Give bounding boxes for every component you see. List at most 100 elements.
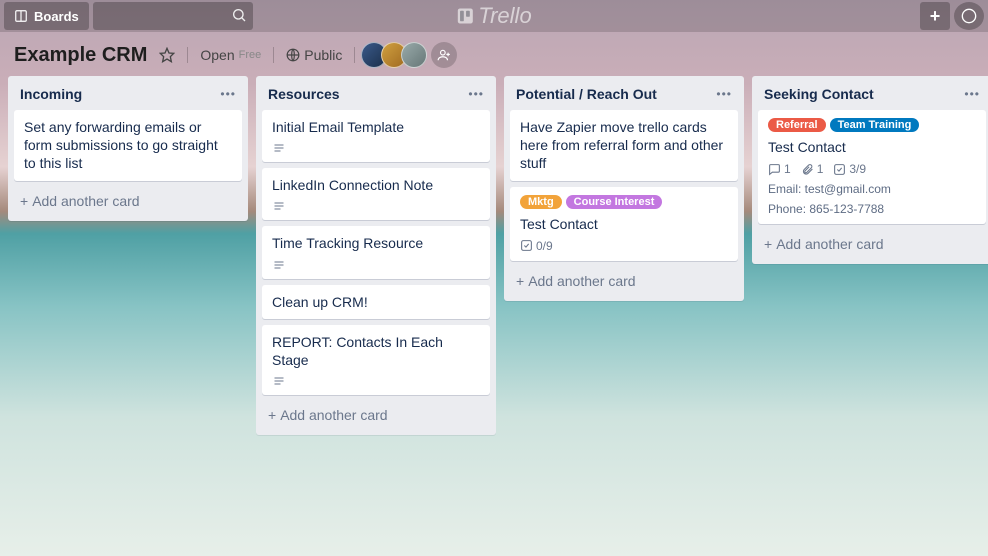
avatar[interactable] bbox=[401, 42, 427, 68]
search-field[interactable] bbox=[93, 2, 253, 30]
boards-label: Boards bbox=[34, 9, 79, 24]
card-title: Initial Email Template bbox=[272, 118, 480, 136]
boards-icon bbox=[14, 9, 28, 23]
board-title: Example CRM bbox=[14, 44, 147, 67]
card[interactable]: ReferralTeam TrainingTest Contact113/9Em… bbox=[758, 110, 986, 224]
list: Incoming ••• Set any forwarding emails or … bbox=[8, 76, 248, 221]
separator bbox=[354, 47, 355, 63]
description-badge bbox=[272, 259, 286, 271]
logo-text: Trello bbox=[478, 3, 531, 29]
description-icon bbox=[272, 142, 286, 154]
label: Course Interest bbox=[566, 195, 663, 209]
add-card-button[interactable]: +Add another card bbox=[262, 401, 490, 429]
team-visibility[interactable]: Open Free bbox=[200, 47, 261, 63]
card-labels: Referral Team Training bbox=[768, 118, 976, 132]
description-icon bbox=[272, 200, 286, 212]
search-icon bbox=[231, 7, 247, 23]
plus-icon: + bbox=[764, 236, 772, 252]
list-title[interactable]: Seeking Contact bbox=[764, 86, 874, 102]
card-labels: Mktg Course Interest bbox=[520, 195, 728, 209]
separator bbox=[187, 47, 188, 63]
list: Potential / Reach Out ••• Have Zapier move… bbox=[504, 76, 744, 301]
card[interactable]: LinkedIn Connection Note bbox=[262, 168, 490, 220]
card[interactable]: Initial Email Template bbox=[262, 110, 490, 162]
card-badges bbox=[272, 259, 480, 271]
plus-icon: + bbox=[20, 193, 28, 209]
comment-icon bbox=[768, 163, 781, 176]
separator bbox=[273, 47, 274, 63]
visibility-label: Public bbox=[304, 47, 342, 63]
card-title: REPORT: Contacts In Each Stage bbox=[272, 333, 480, 369]
card-title: Clean up CRM! bbox=[272, 293, 480, 311]
star-icon bbox=[159, 47, 175, 63]
card-title: Have Zapier move trello cards here from … bbox=[520, 118, 728, 173]
card-extra-line: Phone: 865-123-7788 bbox=[768, 202, 976, 216]
card-badges bbox=[272, 200, 480, 212]
search-input[interactable] bbox=[93, 2, 253, 30]
list-menu-button[interactable]: ••• bbox=[964, 87, 980, 101]
list-title[interactable]: Incoming bbox=[20, 86, 82, 102]
attachment-icon bbox=[801, 163, 814, 176]
list: Resources ••• Initial Email Template Linked… bbox=[256, 76, 496, 435]
card-title: LinkedIn Connection Note bbox=[272, 176, 480, 194]
description-badge bbox=[272, 200, 286, 212]
list-header: Incoming ••• bbox=[14, 82, 242, 104]
label: Team Training bbox=[830, 118, 920, 132]
add-card-label: Add another card bbox=[32, 193, 139, 209]
open-chip: Free bbox=[239, 49, 262, 61]
list-menu-button[interactable]: ••• bbox=[716, 87, 732, 101]
list-header: Seeking Contact ••• bbox=[758, 82, 986, 104]
checklist-icon bbox=[520, 239, 533, 252]
description-badge bbox=[272, 375, 286, 387]
card[interactable]: Mktg Course Interest Test Contact 0/9 bbox=[510, 187, 738, 261]
visibility-button[interactable]: Public bbox=[286, 47, 342, 63]
logo: Trello bbox=[456, 0, 531, 32]
card-badges: 113/9 bbox=[768, 162, 976, 176]
add-card-label: Add another card bbox=[776, 236, 883, 252]
add-member-icon bbox=[437, 48, 451, 62]
info-icon bbox=[961, 8, 977, 24]
plus-icon: + bbox=[516, 273, 524, 289]
attachments-badge: 1 bbox=[801, 162, 824, 176]
add-member-button[interactable] bbox=[431, 42, 457, 68]
add-card-label: Add another card bbox=[528, 273, 635, 289]
list-header: Resources ••• bbox=[262, 82, 490, 104]
card[interactable]: Time Tracking Resource bbox=[262, 226, 490, 278]
description-badge bbox=[272, 142, 286, 154]
label: Mktg bbox=[520, 195, 562, 209]
list-menu-button[interactable]: ••• bbox=[220, 87, 236, 101]
add-card-button[interactable]: +Add another card bbox=[758, 230, 986, 258]
comments-badge: 1 bbox=[768, 162, 791, 176]
card[interactable]: Have Zapier move trello cards here from … bbox=[510, 110, 738, 181]
list-header: Potential / Reach Out ••• bbox=[510, 82, 738, 104]
top-nav: Boards Trello + bbox=[0, 0, 988, 32]
card[interactable]: REPORT: Contacts In Each Stage bbox=[262, 325, 490, 395]
card-badges: 0/9 bbox=[520, 239, 728, 253]
list-menu-button[interactable]: ••• bbox=[468, 87, 484, 101]
add-card-label: Add another card bbox=[280, 407, 387, 423]
card-title: Test Contact bbox=[768, 138, 976, 156]
add-card-button[interactable]: +Add another card bbox=[14, 187, 242, 215]
create-button[interactable]: + bbox=[920, 2, 950, 30]
label: Referral bbox=[768, 118, 826, 132]
globe-icon bbox=[286, 48, 300, 62]
star-button[interactable] bbox=[159, 47, 175, 63]
member-avatars bbox=[367, 42, 457, 68]
logo-icon bbox=[456, 7, 474, 25]
card-title: Test Contact bbox=[520, 215, 728, 233]
list: Seeking Contact ••• Referral Team Training T… bbox=[752, 76, 988, 264]
open-label: Open bbox=[200, 47, 234, 63]
description-icon bbox=[272, 259, 286, 271]
card-badges bbox=[272, 375, 480, 387]
list-title[interactable]: Potential / Reach Out bbox=[516, 86, 657, 102]
card[interactable]: Clean up CRM! bbox=[262, 285, 490, 319]
list-title[interactable]: Resources bbox=[268, 86, 340, 102]
board-header: Example CRM Open Free Public bbox=[0, 32, 988, 76]
boards-button[interactable]: Boards bbox=[4, 2, 89, 30]
description-icon bbox=[272, 375, 286, 387]
card[interactable]: Set any forwarding emails or form submis… bbox=[14, 110, 242, 181]
info-button[interactable] bbox=[954, 2, 984, 30]
card-badges bbox=[272, 142, 480, 154]
add-card-button[interactable]: +Add another card bbox=[510, 267, 738, 295]
checklist-badge: 0/9 bbox=[520, 239, 553, 253]
